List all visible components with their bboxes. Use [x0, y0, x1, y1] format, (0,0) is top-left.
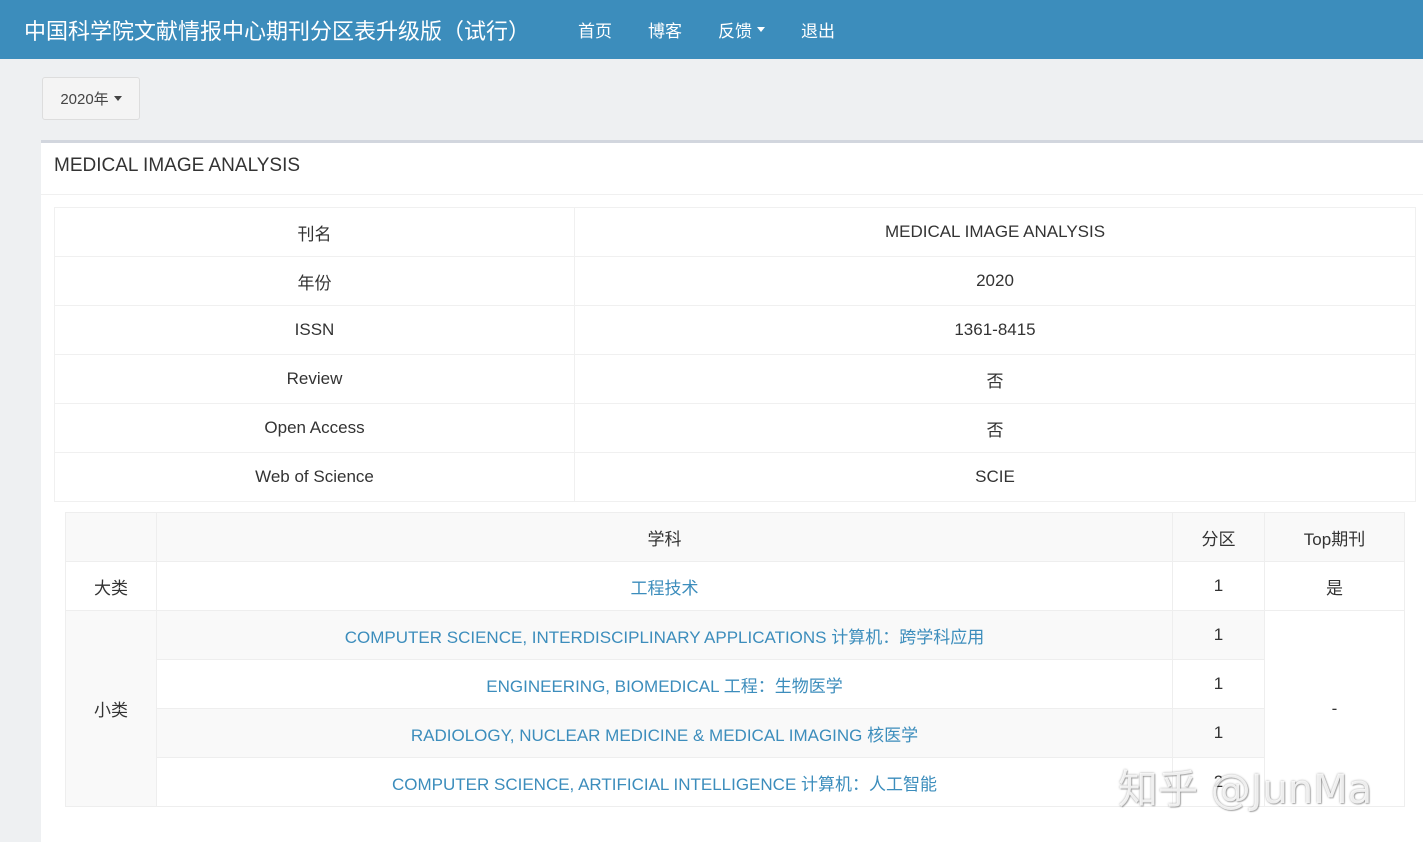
info-value: MEDICAL IMAGE ANALYSIS	[574, 207, 1416, 257]
info-value: 否	[574, 403, 1416, 453]
info-key: Review	[54, 354, 575, 404]
nav-blog[interactable]: 博客	[648, 17, 682, 42]
year-dropdown-button[interactable]: 2020年	[42, 77, 140, 120]
panel-title: MEDICAL IMAGE ANALYSIS	[54, 155, 301, 176]
nav-feedback-label: 反馈	[718, 22, 752, 41]
caret-down-icon	[113, 96, 122, 101]
minor-zone: 1	[1172, 659, 1265, 709]
info-row-year: 年份 2020	[54, 256, 1416, 306]
header-top-journal: Top期刊	[1264, 512, 1405, 562]
minor-zone: 2	[1172, 757, 1265, 807]
info-key: Open Access	[54, 403, 575, 453]
minor-row-label: 小类	[65, 610, 157, 807]
header-blank	[65, 512, 157, 562]
info-key: ISSN	[54, 305, 575, 355]
nav-blog-label: 博客	[648, 22, 682, 41]
minor-subject-cell: ENGINEERING, BIOMEDICAL 工程：生物医学	[156, 659, 1173, 709]
panel-divider	[41, 194, 1423, 195]
info-value: 否	[574, 354, 1416, 404]
top-navbar: 中国科学院文献情报中心期刊分区表升级版（试行） 首页 博客 反馈 退出	[0, 0, 1423, 59]
minor-zone: 1	[1172, 610, 1265, 660]
minor-category-row: ENGINEERING, BIOMEDICAL 工程：生物医学 1	[66, 659, 1405, 709]
info-value: 2020	[574, 256, 1416, 306]
info-value: SCIE	[574, 452, 1416, 502]
journal-info-table: 刊名 MEDICAL IMAGE ANALYSIS 年份 2020 ISSN 1…	[54, 207, 1416, 502]
minor-top: -	[1264, 610, 1405, 807]
nav-home-label: 首页	[578, 22, 612, 41]
header-zone: 分区	[1172, 512, 1265, 562]
minor-subject-cell: COMPUTER SCIENCE, INTERDISCIPLINARY APPL…	[156, 610, 1173, 660]
site-brand[interactable]: 中国科学院文献情报中心期刊分区表升级版（试行）	[24, 14, 554, 46]
subject-zone-table: 学科 分区 Top期刊 大类 工程技术 1 是 小类 COMPUTER SCIE…	[65, 512, 1405, 807]
nav-logout[interactable]: 退出	[801, 17, 835, 42]
minor-subject-link[interactable]: COMPUTER SCIENCE, ARTIFICIAL INTELLIGENC…	[392, 775, 937, 794]
caret-down-icon	[757, 27, 765, 32]
info-key: 年份	[54, 256, 575, 306]
major-zone: 1	[1172, 561, 1265, 611]
journal-panel: MEDICAL IMAGE ANALYSIS 刊名 MEDICAL IMAGE …	[41, 140, 1423, 842]
info-row-title: 刊名 MEDICAL IMAGE ANALYSIS	[54, 207, 1416, 257]
subject-table-header: 学科 分区 Top期刊	[65, 512, 1405, 562]
major-category-row: 大类 工程技术 1 是	[65, 561, 1405, 611]
info-row-issn: ISSN 1361-8415	[54, 305, 1416, 355]
major-row-label: 大类	[65, 561, 157, 611]
info-row-web-of-science: Web of Science SCIE	[54, 452, 1416, 502]
info-value: 1361-8415	[574, 305, 1416, 355]
year-label: 2020年	[60, 91, 109, 108]
nav-home[interactable]: 首页	[578, 17, 612, 42]
minor-category-row: 小类 COMPUTER SCIENCE, INTERDISCIPLINARY A…	[65, 610, 1405, 807]
minor-category-row: RADIOLOGY, NUCLEAR MEDICINE & MEDICAL IM…	[66, 708, 1405, 758]
minor-category-row: COMPUTER SCIENCE, ARTIFICIAL INTELLIGENC…	[66, 757, 1405, 807]
minor-subject-link[interactable]: RADIOLOGY, NUCLEAR MEDICINE & MEDICAL IM…	[411, 726, 918, 745]
nav-feedback-dropdown[interactable]: 反馈	[718, 17, 765, 42]
info-row-review: Review 否	[54, 354, 1416, 404]
minor-subject-cell: RADIOLOGY, NUCLEAR MEDICINE & MEDICAL IM…	[156, 708, 1173, 758]
major-subject-link[interactable]: 工程技术	[631, 579, 699, 598]
minor-subject-link[interactable]: ENGINEERING, BIOMEDICAL 工程：生物医学	[486, 677, 842, 696]
minor-subject-cell: COMPUTER SCIENCE, ARTIFICIAL INTELLIGENC…	[156, 757, 1173, 807]
major-subject-cell: 工程技术	[156, 561, 1173, 611]
minor-subject-link[interactable]: COMPUTER SCIENCE, INTERDISCIPLINARY APPL…	[345, 628, 985, 647]
info-key: 刊名	[54, 207, 575, 257]
header-subject: 学科	[156, 512, 1173, 562]
nav-logout-label: 退出	[801, 22, 835, 41]
minor-zone: 1	[1172, 708, 1265, 758]
info-row-open-access: Open Access 否	[54, 403, 1416, 453]
major-top: 是	[1264, 561, 1405, 611]
info-key: Web of Science	[54, 452, 575, 502]
